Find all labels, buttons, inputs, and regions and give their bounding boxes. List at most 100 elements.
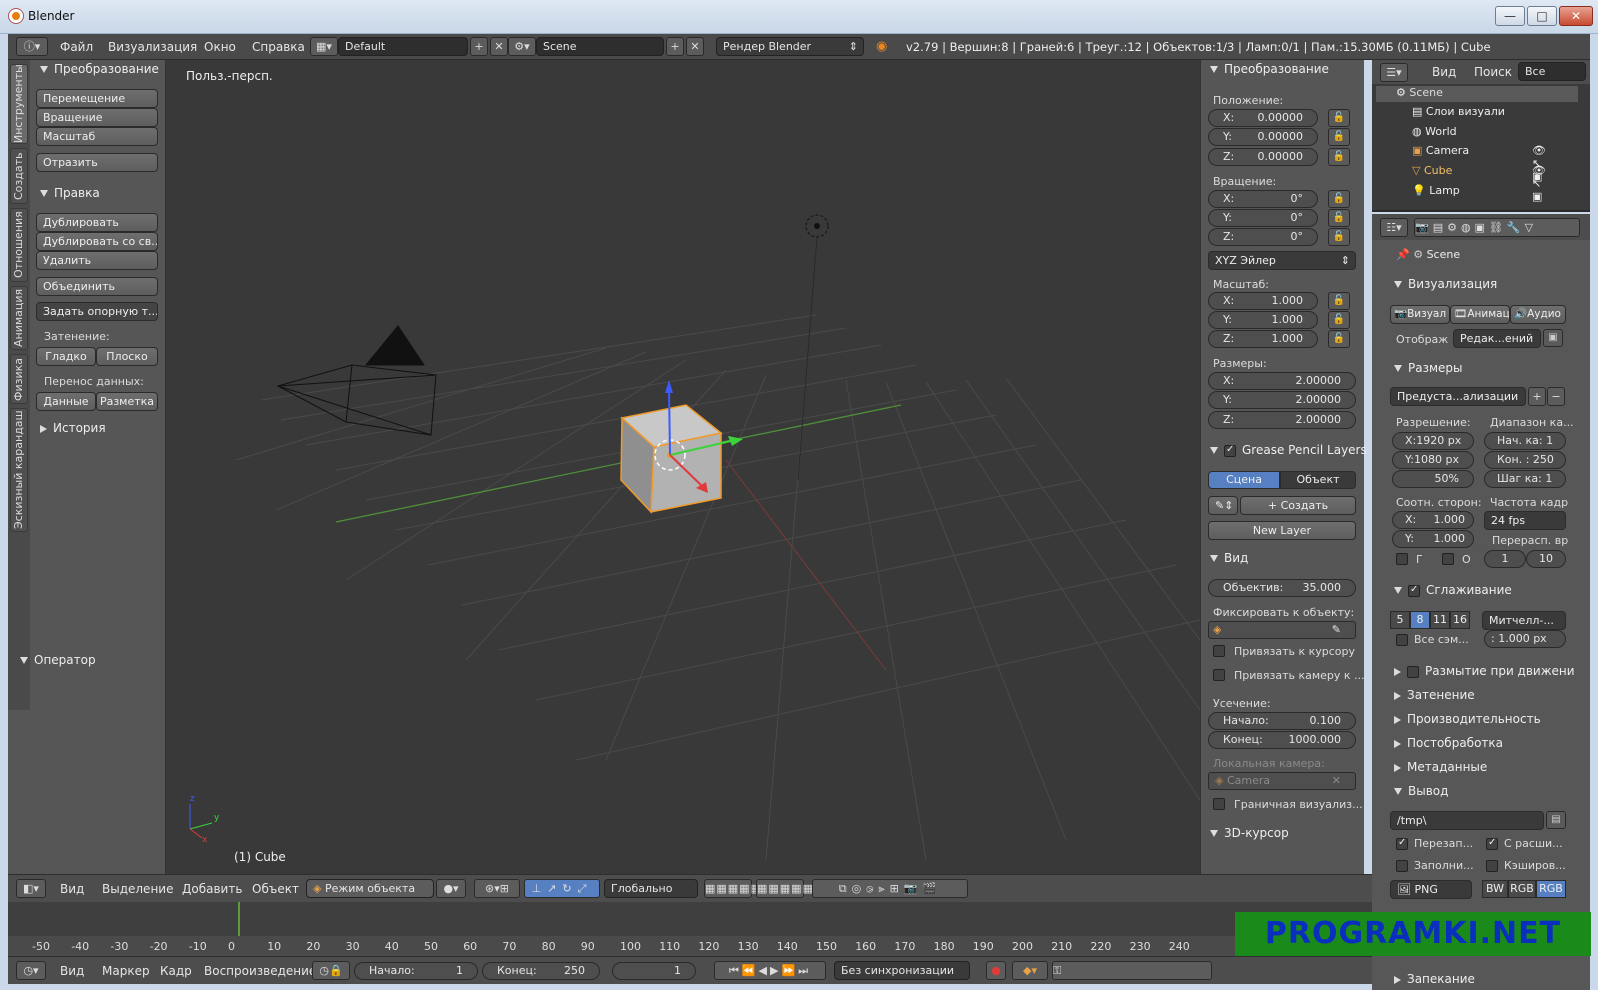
lock-icon[interactable]: 🔓 [1328, 128, 1350, 146]
tab-create[interactable]: Создать [10, 148, 28, 204]
render-panel-header[interactable]: Визуализация [1394, 277, 1497, 291]
orientation-select[interactable]: Глобально [604, 879, 698, 898]
border-checkbox[interactable] [1396, 553, 1408, 565]
duplicate-button[interactable]: Дублировать [36, 213, 158, 232]
remap-old-field[interactable]: 1 [1484, 550, 1526, 568]
tab-relations[interactable]: Отношения [10, 208, 28, 282]
dimension-z-field[interactable]: Z: 2.00000 [1208, 411, 1356, 429]
cache-checkbox[interactable] [1486, 860, 1498, 872]
vp-view-menu[interactable]: Вид [60, 882, 84, 896]
outliner-item[interactable]: ▽ Cube 👁 ↖ ▣ [1412, 164, 1546, 203]
aa-samples-11[interactable]: 11 [1430, 611, 1450, 629]
vp-add-menu[interactable]: Добавить [182, 882, 242, 896]
rotation-x-field[interactable]: X: 0° [1208, 190, 1318, 208]
lock-icon[interactable]: 🔓 [1328, 148, 1350, 166]
lens-field[interactable]: Объектив: 35.000 [1208, 579, 1356, 597]
keying-set-field[interactable]: ⚿ [1052, 961, 1212, 980]
editor-type-icon[interactable]: ◧▾ [16, 879, 46, 898]
edit-panel-header[interactable]: Правка [40, 186, 100, 200]
gp-object-tab[interactable]: Объект [1280, 471, 1356, 489]
resolution-x-field[interactable]: X:1920 px [1392, 432, 1474, 450]
mirror-button[interactable]: Отразить [36, 153, 158, 172]
rotation-z-field[interactable]: Z: 0° [1208, 228, 1318, 246]
output-path-field[interactable]: /tmp\ [1390, 811, 1544, 830]
menu-file[interactable]: Файл [60, 40, 93, 54]
lock-icon[interactable]: 🔓 [1328, 190, 1350, 208]
aa-samples-16[interactable]: 16 [1450, 611, 1470, 629]
render-button[interactable]: 📷Визуал [1390, 305, 1450, 324]
info-icon[interactable]: ⓘ▾ [16, 37, 48, 56]
props-context-tabs[interactable]: 📷▤⚙◍▣⛓🔧▽ [1414, 218, 1580, 237]
timeline-end-field[interactable]: Конец: 250 [482, 962, 600, 980]
file-format-select[interactable]: 🖼 PNG [1390, 880, 1472, 899]
dimensions-panel-header[interactable]: Размеры [1394, 361, 1463, 375]
resolution-y-field[interactable]: Y:1080 px [1392, 451, 1474, 469]
folder-icon[interactable]: ▤ [1546, 811, 1566, 829]
set-origin-button[interactable]: Задать опорную т... [36, 302, 158, 321]
local-camera-field[interactable]: ◈ Camera ✕ [1208, 772, 1356, 790]
lock-cursor-checkbox[interactable] [1213, 645, 1225, 657]
full-sample-checkbox[interactable] [1396, 634, 1408, 646]
remap-new-field[interactable]: 10 [1526, 550, 1566, 568]
preview-range-icon[interactable]: ◷🔒 [312, 961, 350, 980]
3d-cursor-header[interactable]: 3D-курсор [1210, 826, 1289, 840]
outliner-search-menu[interactable]: Поиск [1474, 65, 1512, 79]
preset-add-button[interactable]: + [1528, 387, 1546, 406]
view-panel-header[interactable]: Вид [1210, 551, 1248, 565]
motion-blur-header[interactable]: Размытие при движени [1394, 664, 1575, 678]
menu-window[interactable]: Окно [204, 40, 236, 54]
motion-blur-checkbox[interactable] [1407, 665, 1419, 678]
layout-icon[interactable]: ▦▾ [310, 37, 338, 56]
overwrite-checkbox[interactable] [1396, 837, 1408, 850]
animation-button[interactable]: 🎞Анимац [1450, 305, 1510, 324]
gp-new-layer-button[interactable]: New Layer [1208, 521, 1356, 540]
keying-icon[interactable]: ◆▾ [1012, 961, 1048, 980]
snap-render-icons[interactable]: ⧉◎⧁⫸⊞📷🎬 [812, 879, 968, 898]
fps-select[interactable]: 24 fps [1484, 511, 1566, 530]
menu-render[interactable]: Визуализация [108, 40, 197, 54]
gp-pencil-icon[interactable]: ✎⇕ [1208, 496, 1238, 515]
aa-samples-8[interactable]: 8 [1410, 611, 1430, 629]
scale-button[interactable]: Масштаб [36, 127, 158, 146]
aa-filter-select[interactable]: Митчелл-... [1482, 611, 1566, 630]
tl-marker-menu[interactable]: Маркер [102, 964, 150, 978]
tl-playback-menu[interactable]: Воспроизведение [204, 964, 316, 978]
dimension-y-field[interactable]: Y: 2.00000 [1208, 391, 1356, 409]
lock-icon[interactable]: 🔓 [1328, 311, 1350, 329]
clip-end-field[interactable]: Конец: 1000.000 [1208, 731, 1356, 749]
shade-flat-button[interactable]: Плоско [96, 347, 158, 366]
maximize-button[interactable]: □ [1527, 6, 1557, 26]
rotation-mode-select[interactable]: XYZ Эйлер ⇕ [1208, 251, 1356, 270]
vp-select-menu[interactable]: Выделение [102, 882, 173, 896]
preset-select[interactable]: Предуста...ализации [1390, 387, 1526, 406]
color-bw-button[interactable]: BW [1482, 880, 1508, 898]
outliner-item[interactable]: ◍ World [1412, 125, 1457, 138]
eyedropper-icon[interactable]: ✎ [1332, 622, 1341, 638]
gp-create-button[interactable]: + Создать [1240, 496, 1356, 515]
lock-object-field[interactable]: ◈ ✎ [1208, 621, 1356, 639]
file-ext-checkbox[interactable] [1486, 837, 1498, 850]
tl-view-menu[interactable]: Вид [60, 964, 84, 978]
gp-enable-checkbox[interactable] [1224, 444, 1236, 457]
frame-start-field[interactable]: Нач. ка: 1 [1484, 432, 1566, 450]
tab-tools[interactable]: Инструменты [10, 64, 28, 144]
record-icon[interactable]: ● [986, 961, 1006, 980]
lock-icon[interactable]: 🔓 [1328, 228, 1350, 246]
scale-y-field[interactable]: Y: 1.000 [1208, 311, 1318, 329]
join-button[interactable]: Объединить [36, 277, 158, 296]
lock-icon[interactable]: 🔓 [1328, 109, 1350, 127]
lamp-object[interactable] [797, 214, 829, 481]
tab-animation[interactable]: Анимация [10, 286, 28, 350]
3d-viewport[interactable]: z y x [166, 60, 1201, 874]
outliner-item[interactable]: ▤ Слои визуали [1412, 105, 1505, 118]
metadata-panel-header[interactable]: Метаданные [1394, 760, 1487, 774]
outliner-item[interactable]: ▣ Camera 👁 ↖ ▣ [1412, 144, 1546, 183]
timeline-editor-icon[interactable]: ◷▾ [16, 961, 46, 980]
postprocessing-panel-header[interactable]: Постобработка [1394, 736, 1503, 750]
layout-select[interactable]: Default [338, 37, 468, 56]
layers-grid-2[interactable]: ▦▦▦▦▦ [756, 879, 813, 898]
duplicate-linked-button[interactable]: Дублировать со св... [36, 232, 158, 251]
layout-add-button[interactable]: + [470, 37, 488, 56]
aa-samples-5[interactable]: 5 [1390, 611, 1410, 629]
antialiasing-panel-header[interactable]: Сглаживание [1394, 583, 1512, 597]
